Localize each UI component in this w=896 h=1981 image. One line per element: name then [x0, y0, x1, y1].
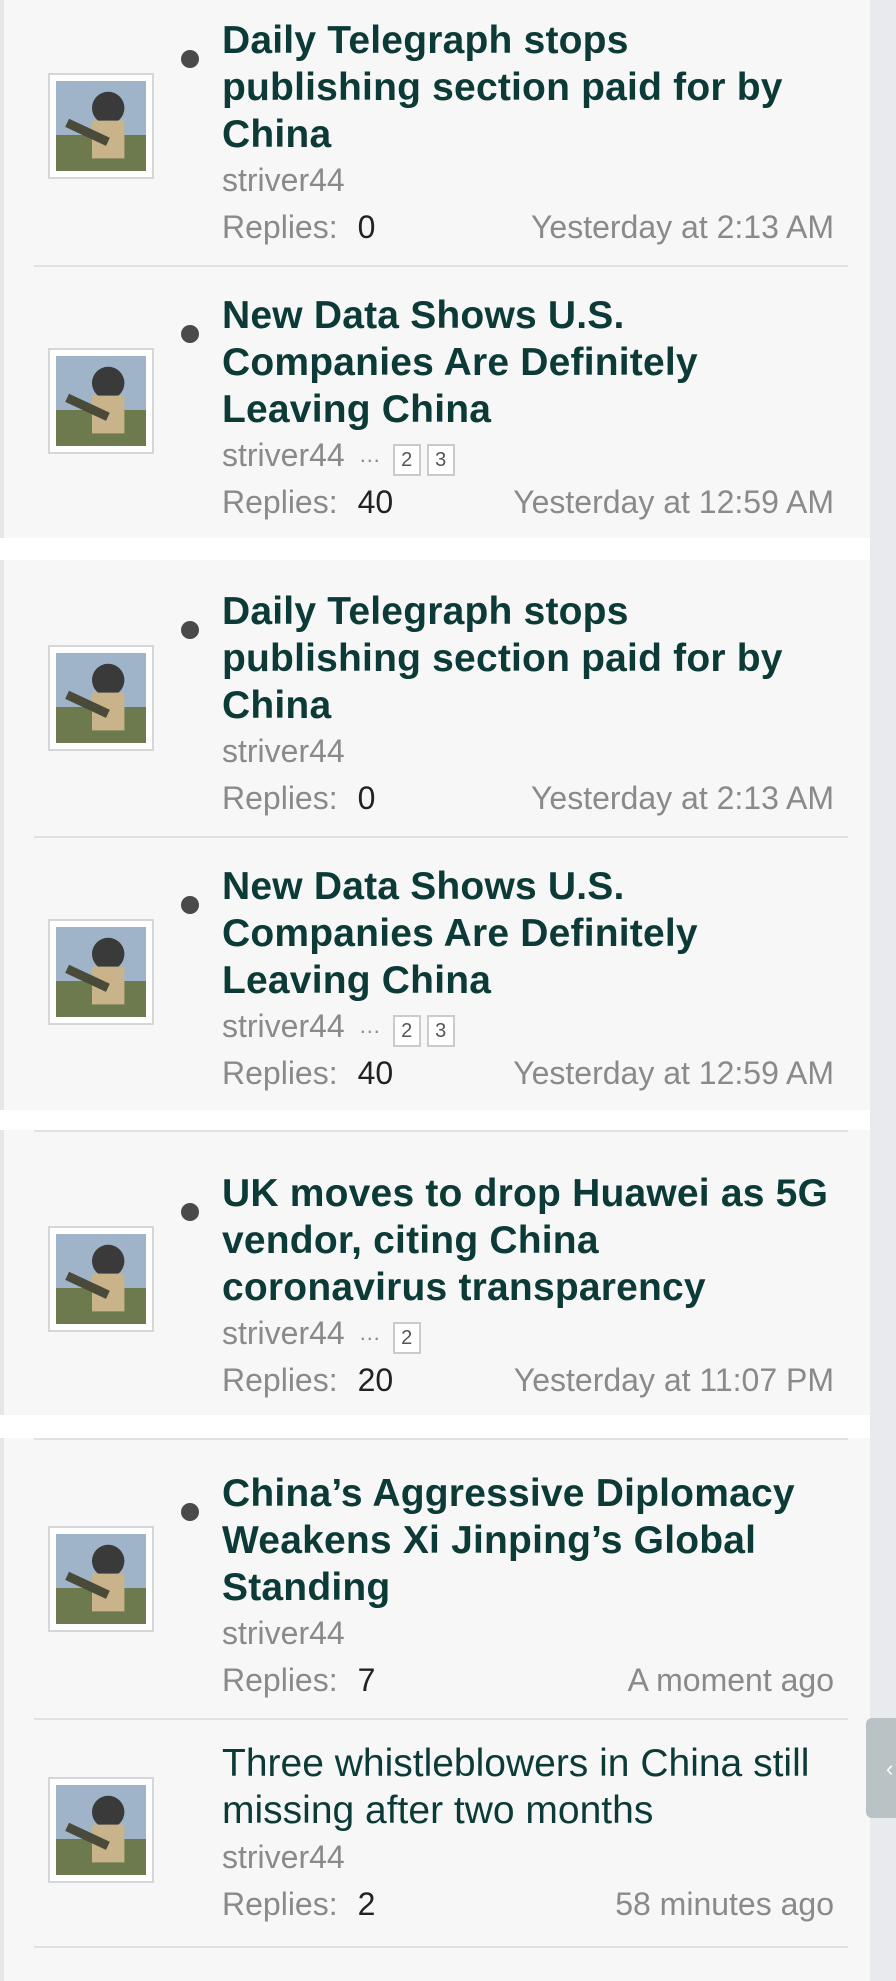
thread-stats-row: Replies: 2 58 minutes ago	[222, 1881, 834, 1927]
thread-author[interactable]: striver44	[222, 1615, 345, 1651]
thread-author[interactable]: striver44	[222, 162, 345, 198]
side-drawer-tab[interactable]: ‹	[866, 1718, 896, 1818]
thread-author-row: striver44 … 2 3	[222, 1003, 834, 1049]
unread-dot-icon	[181, 325, 199, 343]
last-post-time[interactable]: Yesterday at 12:59 AM	[513, 479, 834, 525]
thread-item[interactable]: New Data Shows U.S. Companies Are Defini…	[34, 267, 848, 563]
replies-count: 20	[357, 1362, 394, 1398]
page-link-3[interactable]: 3	[426, 444, 455, 476]
user-avatar-icon[interactable]	[48, 348, 154, 454]
page-link-2[interactable]: 2	[392, 444, 421, 476]
chevron-left-icon: ‹	[886, 1756, 894, 1781]
thread-stats-row: Replies: 40 Yesterday at 12:59 AM	[222, 479, 834, 525]
replies-count: 40	[357, 1055, 394, 1091]
thread-author-row: striver44	[222, 728, 834, 774]
thread-author[interactable]: striver44	[222, 1008, 345, 1044]
replies-label: Replies:	[222, 1662, 338, 1698]
thread-author[interactable]: striver44	[222, 437, 345, 473]
thread-stats-row: Replies: 7 A moment ago	[222, 1657, 834, 1703]
unread-dot-icon	[181, 1503, 199, 1521]
user-avatar-icon[interactable]	[48, 645, 154, 751]
thread-group-4: China’s Aggressive Diplomacy Weakens Xi …	[0, 1438, 870, 1981]
user-avatar-icon[interactable]	[48, 1526, 154, 1632]
thread-author-row: striver44 … 2	[222, 1310, 834, 1356]
replies-label: Replies:	[222, 780, 338, 816]
thread-item[interactable]: Daily Telegraph stops publishing section…	[34, 0, 848, 267]
last-post-time[interactable]: Yesterday at 2:13 AM	[531, 775, 834, 821]
replies-count: 7	[357, 1662, 376, 1698]
replies-count: 0	[357, 209, 376, 245]
replies-label: Replies:	[222, 1055, 338, 1091]
thread-title[interactable]: New Data Shows U.S. Companies Are Defini…	[222, 292, 832, 433]
user-avatar-icon[interactable]	[48, 1226, 154, 1332]
thread-author-row: striver44	[222, 1834, 834, 1880]
user-avatar-icon[interactable]	[48, 73, 154, 179]
unread-dot-icon	[181, 50, 199, 68]
page-link-2[interactable]: 2	[392, 1015, 421, 1047]
thread-author-row: striver44	[222, 157, 834, 203]
thread-title[interactable]: Daily Telegraph stops publishing section…	[222, 588, 832, 729]
user-avatar-icon[interactable]	[48, 1777, 154, 1883]
last-post-time[interactable]: Yesterday at 12:59 AM	[513, 1050, 834, 1096]
unread-dot-icon	[181, 896, 199, 914]
thread-author[interactable]: striver44	[222, 733, 345, 769]
replies-count: 2	[357, 1886, 376, 1922]
thread-item[interactable]: Daily Telegraph stops publishing section…	[34, 560, 848, 838]
page-link-2[interactable]: 2	[392, 1322, 421, 1354]
thread-author[interactable]: striver44	[222, 1839, 345, 1875]
pages-ellipsis: …	[358, 442, 381, 467]
thread-stats-row: Replies: 0 Yesterday at 2:13 AM	[222, 775, 834, 821]
thread-item[interactable]: UK moves to drop Huawei as 5G vendor, ci…	[34, 1130, 848, 1415]
replies-count: 0	[357, 780, 376, 816]
user-avatar-icon[interactable]	[48, 919, 154, 1025]
page-link-3[interactable]: 3	[426, 1015, 455, 1047]
last-post-time[interactable]: 58 minutes ago	[615, 1881, 834, 1927]
thread-stats-row: Replies: 0 Yesterday at 2:13 AM	[222, 204, 834, 250]
pages-ellipsis: …	[358, 1013, 381, 1038]
replies-label: Replies:	[222, 209, 338, 245]
thread-title[interactable]: UK moves to drop Huawei as 5G vendor, ci…	[222, 1170, 832, 1311]
thread-title[interactable]: Three whistleblowers in China still miss…	[222, 1740, 832, 1834]
thread-author-row: striver44 … 2 3	[222, 432, 834, 478]
thread-list-page: Daily Telegraph stops publishing section…	[0, 0, 896, 1981]
thread-title[interactable]: China’s Aggressive Diplomacy Weakens Xi …	[222, 1470, 832, 1611]
replies-label: Replies:	[222, 1362, 338, 1398]
replies-label: Replies:	[222, 484, 338, 520]
thread-group-1: Daily Telegraph stops publishing section…	[0, 0, 870, 563]
thread-author[interactable]: striver44	[222, 1315, 345, 1351]
unread-dot-icon	[181, 621, 199, 639]
replies-label: Replies:	[222, 1886, 338, 1922]
thread-stats-row: Replies: 40 Yesterday at 12:59 AM	[222, 1050, 834, 1096]
thread-stats-row: Replies: 20 Yesterday at 11:07 PM	[222, 1357, 834, 1403]
unread-dot-icon	[181, 1203, 199, 1221]
thread-title[interactable]: Daily Telegraph stops publishing section…	[222, 17, 832, 158]
thread-group-2: Daily Telegraph stops publishing section…	[0, 560, 870, 1110]
replies-count: 40	[357, 484, 394, 520]
thread-group-3: UK moves to drop Huawei as 5G vendor, ci…	[0, 1130, 870, 1415]
last-post-time[interactable]: Yesterday at 11:07 PM	[514, 1357, 834, 1403]
last-post-time[interactable]: Yesterday at 2:13 AM	[531, 204, 834, 250]
right-gutter	[870, 0, 896, 1981]
pages-ellipsis: …	[358, 1320, 381, 1345]
last-post-time[interactable]: A moment ago	[628, 1657, 834, 1703]
thread-item[interactable]: New Data Shows U.S. Companies Are Defini…	[34, 838, 848, 1110]
thread-title[interactable]: New Data Shows U.S. Companies Are Defini…	[222, 863, 832, 1004]
thread-author-row: striver44	[222, 1610, 834, 1656]
thread-item[interactable]: China’s Aggressive Diplomacy Weakens Xi …	[34, 1438, 848, 1720]
thread-item[interactable]: Three whistleblowers in China still miss…	[34, 1720, 848, 1948]
